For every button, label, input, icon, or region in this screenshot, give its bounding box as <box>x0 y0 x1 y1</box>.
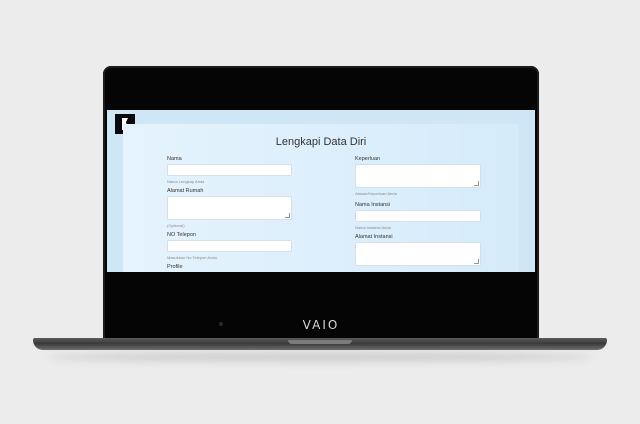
field-label-nama-instansi: Nama Instansi <box>355 202 391 208</box>
alamat-rumah-textarea[interactable] <box>167 196 292 220</box>
field-label-no-telepon: NO Telepon <box>167 232 196 238</box>
resize-grip-icon[interactable] <box>474 181 479 186</box>
nama-instansi-input[interactable] <box>355 210 481 222</box>
no-telepon-input[interactable] <box>167 240 292 252</box>
field-hint-nama: Nama Lengkap Anda <box>167 179 205 184</box>
field-label-alamat-rumah: Alamat Rumah <box>167 188 204 194</box>
field-label-keperluan: Keperluan <box>355 156 381 162</box>
field-label-nama: Nama <box>167 156 182 162</box>
screen: Lengkapi Data Diri Nama Nama Lengkap And… <box>107 110 535 272</box>
laptop-hinge-notch <box>288 340 352 344</box>
laptop-shadow <box>46 352 594 362</box>
laptop-lid: Lengkapi Data Diri Nama Nama Lengkap And… <box>103 66 539 340</box>
field-hint-no-telepon: Masukkan No Telepon Anda <box>167 255 217 260</box>
field-hint-keperluan: Alasan/Keperluan Anda <box>355 191 397 196</box>
keperluan-textarea[interactable] <box>355 164 481 188</box>
data-form: Lengkapi Data Diri Nama Nama Lengkap And… <box>123 124 519 272</box>
field-hint-alamat-rumah: (Optional) <box>167 223 185 228</box>
field-label-alamat-instansi: Alamat Instansi <box>355 234 393 240</box>
nama-input[interactable] <box>167 164 292 176</box>
field-label-profile: Profile <box>167 264 183 270</box>
resize-grip-icon[interactable] <box>285 213 290 218</box>
form-title: Lengkapi Data Diri <box>275 136 367 148</box>
resize-grip-icon[interactable] <box>474 259 479 264</box>
alamat-instansi-textarea[interactable] <box>355 242 481 266</box>
field-hint-nama-instansi: Nama Instansi Anda <box>355 225 391 230</box>
brand-logo: VAIO <box>302 318 340 332</box>
